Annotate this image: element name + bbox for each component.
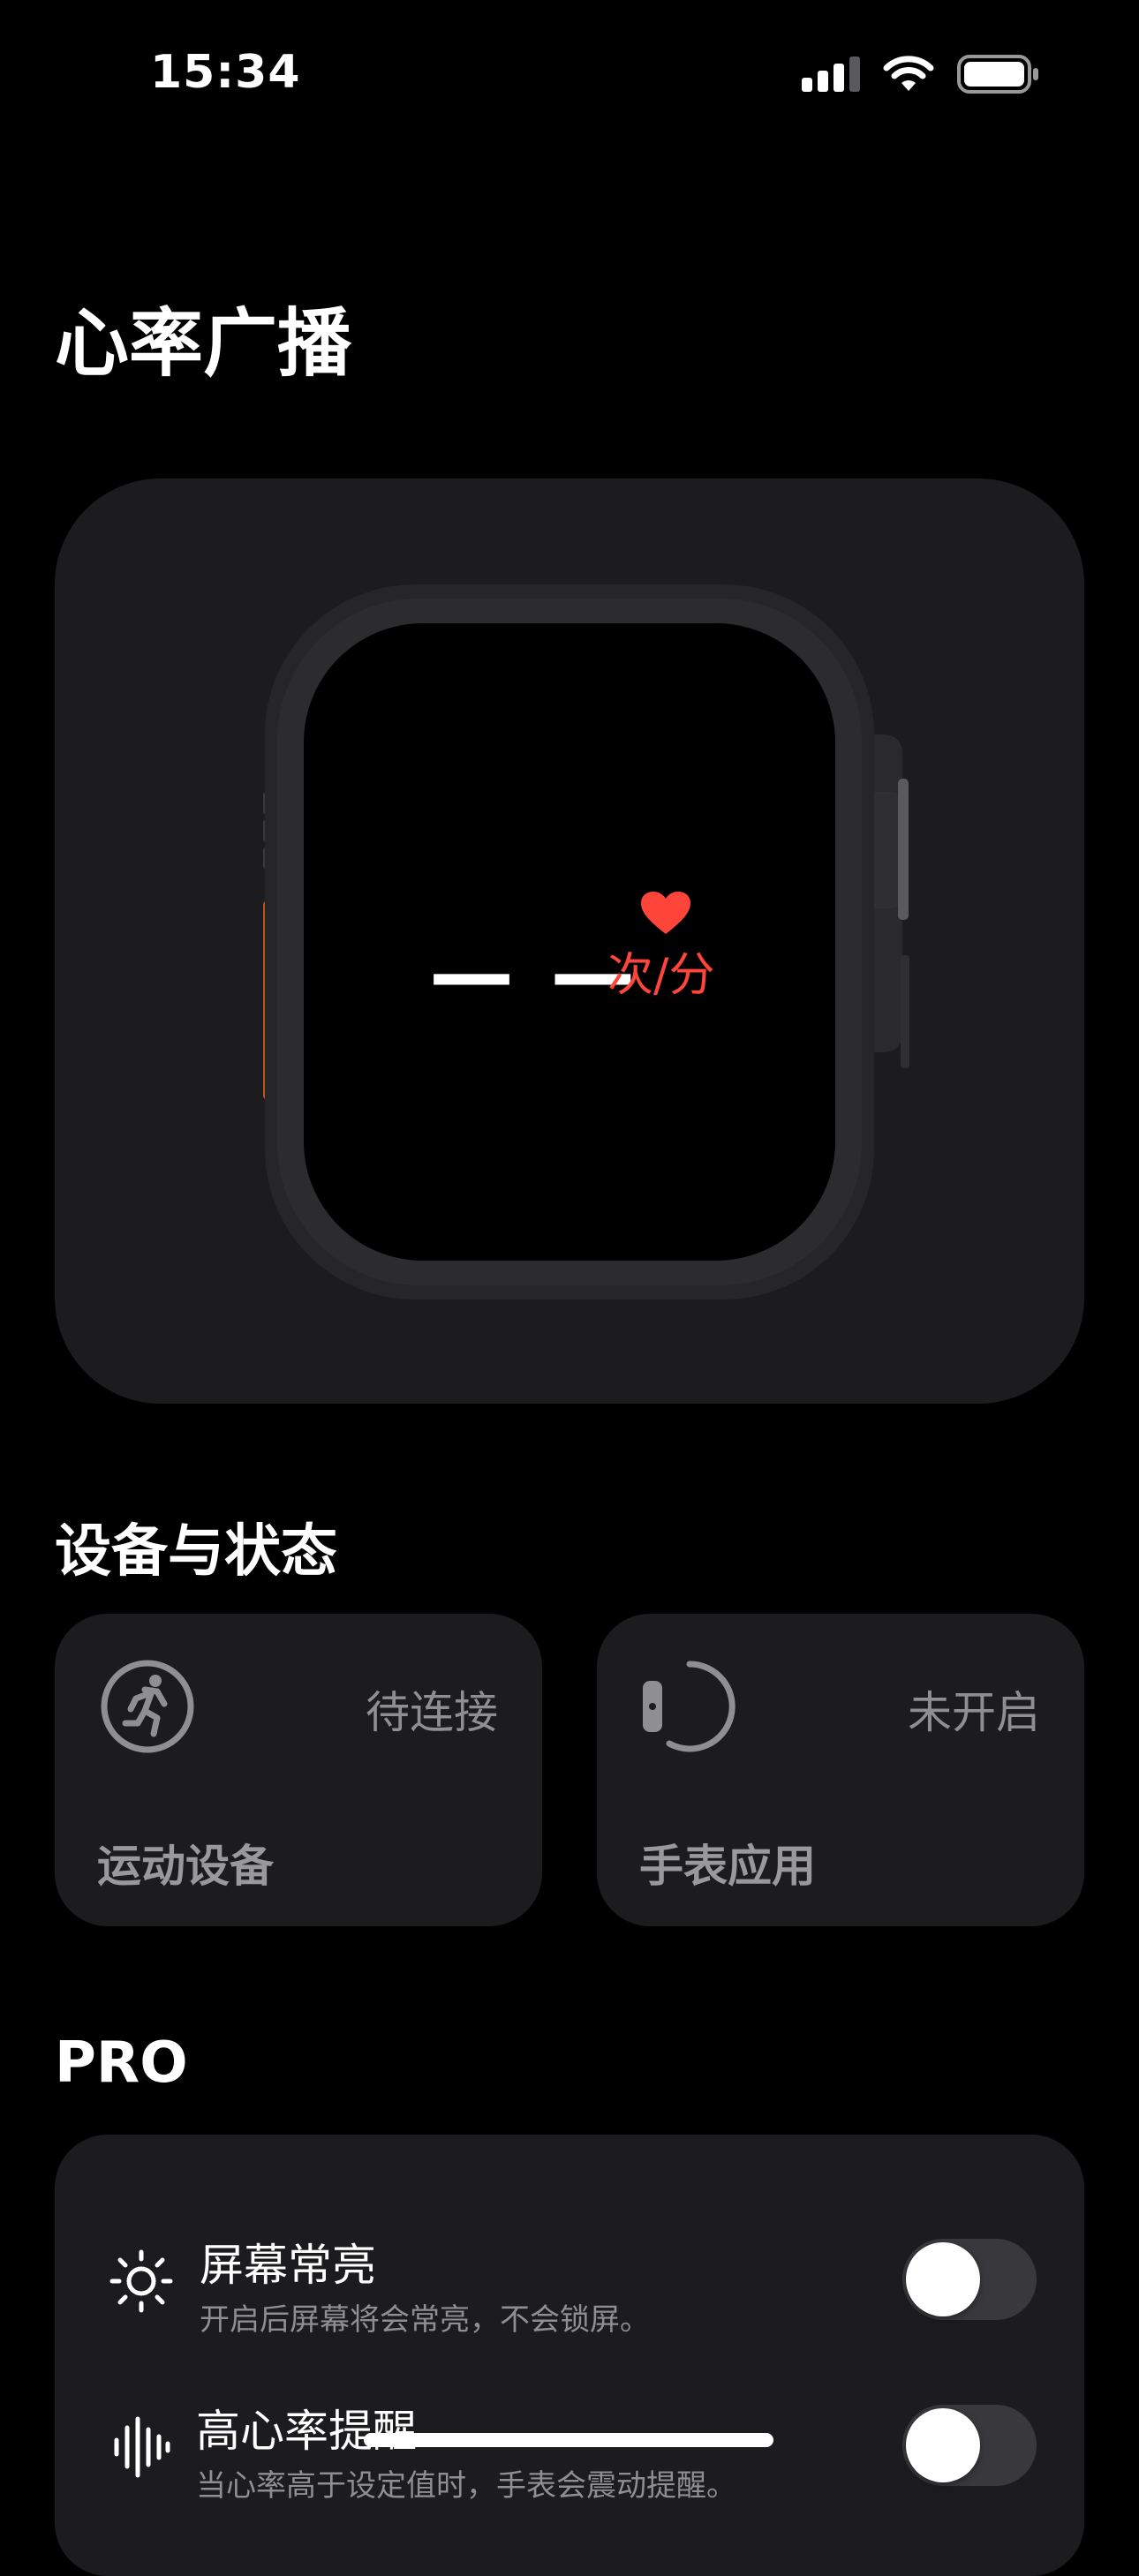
heart-icon bbox=[641, 892, 690, 934]
screen-always-on-toggle[interactable] bbox=[902, 2239, 1037, 2320]
sun-icon bbox=[109, 2249, 173, 2313]
sport-device-label: 运动设备 bbox=[97, 1841, 274, 1892]
bpm-unit: 次/分 bbox=[607, 949, 715, 1002]
home-indicator[interactable] bbox=[364, 2433, 773, 2447]
watch-app-tile[interactable]: 未开启 手表应用 bbox=[597, 1614, 1084, 1926]
devices-section-title: 设备与状态 bbox=[55, 1519, 337, 1585]
running-figure-icon bbox=[101, 1660, 194, 1753]
watch-app-status: 未开启 bbox=[908, 1687, 1040, 1738]
high-heart-rate-alert-toggle[interactable] bbox=[902, 2405, 1037, 2486]
wifi-icon bbox=[883, 56, 934, 91]
cellular-signal-icon bbox=[802, 56, 860, 92]
screen-always-on-title: 屏幕常亮 bbox=[200, 2240, 376, 2291]
toggle-knob bbox=[906, 2242, 980, 2316]
sport-device-status: 待连接 bbox=[366, 1687, 498, 1738]
watch-app-label: 手表应用 bbox=[639, 1841, 816, 1892]
pro-section-title: PRO bbox=[55, 2030, 188, 2096]
heart-rate-hero-card: — — 次/分 bbox=[55, 478, 1084, 1404]
screen-always-on-subtitle: 开启后屏幕将会常亮，不会锁屏。 bbox=[200, 2302, 650, 2338]
high-heart-rate-alert-title: 高心率提醒 bbox=[196, 2406, 417, 2457]
pro-settings-card: 屏幕常亮 开启后屏幕将会常亮，不会锁屏。 高心率提醒 当心率高于设定值时，手表会… bbox=[55, 2135, 1084, 2576]
sport-device-tile[interactable]: 待连接 运动设备 bbox=[55, 1614, 542, 1926]
high-heart-rate-alert-subtitle: 当心率高于设定值时，手表会震动提醒。 bbox=[196, 2468, 736, 2504]
battery-icon bbox=[957, 55, 1038, 94]
watch-icon bbox=[643, 1661, 735, 1752]
status-time: 15:34 bbox=[150, 46, 301, 99]
waveform-icon bbox=[114, 2416, 170, 2478]
status-icons bbox=[802, 55, 1040, 94]
toggle-knob bbox=[906, 2408, 980, 2482]
page-title: 心率广播 bbox=[55, 300, 352, 387]
